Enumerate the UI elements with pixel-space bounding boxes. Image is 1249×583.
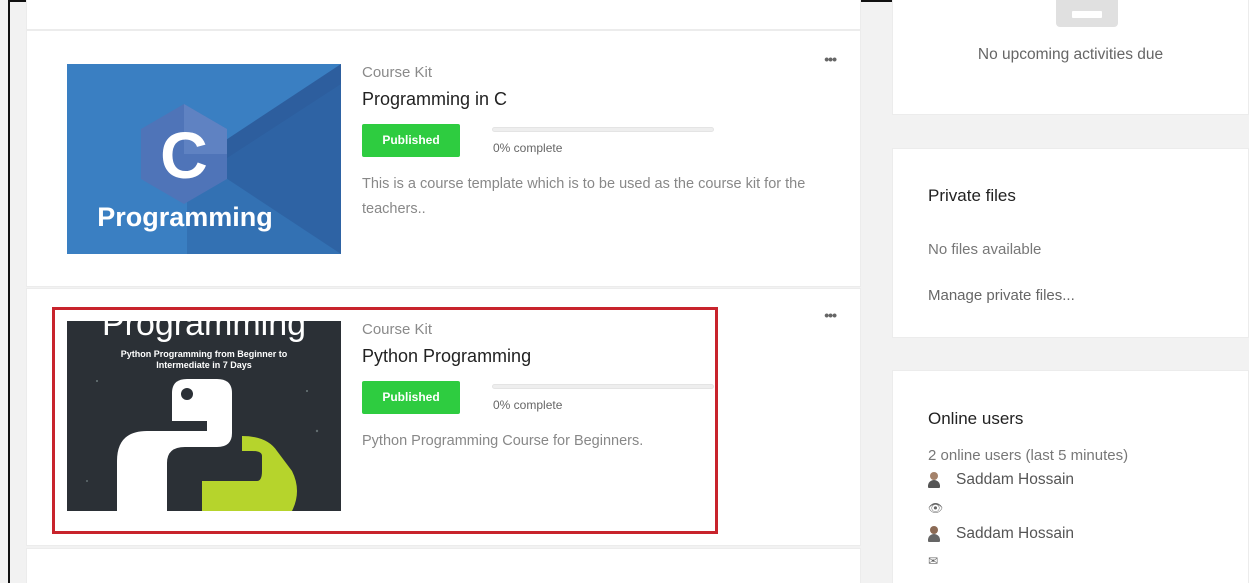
course-title[interactable]: Programming in C <box>362 89 842 110</box>
avatar <box>928 472 940 488</box>
avatar <box>928 526 940 542</box>
course-list: C Programming Course Kit Programming in … <box>26 0 861 583</box>
progress-text: 0% complete <box>493 398 563 412</box>
course-card-partial-bottom <box>26 548 861 583</box>
no-files-text: No files available <box>928 241 1042 258</box>
thumbnail-subtitle-2: Intermediate in 7 Days <box>156 360 252 370</box>
user-name[interactable]: Saddam Hossain <box>956 471 1074 489</box>
thumbnail-subtitle-1: Python Programming from Beginner to <box>121 349 288 359</box>
upcoming-events-block: No upcoming activities due <box>892 0 1249 115</box>
course-category: Course Kit <box>362 64 433 81</box>
user-name[interactable]: Saddam Hossain <box>956 525 1074 543</box>
course-description: This is a course template which is to be… <box>362 176 806 217</box>
more-options-icon[interactable]: ••• <box>824 307 837 323</box>
course-card[interactable]: C Programming Course Kit Programming in … <box>26 30 861 287</box>
block-title: Online users <box>928 409 1024 428</box>
online-user[interactable]: Saddam Hossain <box>928 471 1074 489</box>
thumbnail-caption: Programming <box>97 202 273 232</box>
block-title: Private files <box>928 186 1016 205</box>
status-badge: Published <box>362 381 460 414</box>
c-programming-logo-icon: C Programming <box>67 64 341 254</box>
online-count-text: 2 online users (last 5 minutes) <box>928 447 1129 464</box>
c-letter: C <box>160 118 208 192</box>
thumbnail-heading: Programming <box>102 321 306 343</box>
course-thumbnail-c[interactable]: C Programming <box>67 64 341 254</box>
message-icon[interactable]: ✉ <box>928 554 938 568</box>
course-meta: Course Kit Python Programming Published … <box>362 321 842 454</box>
more-options-icon[interactable]: ••• <box>824 51 837 67</box>
course-meta: Course Kit Programming in C Published 0%… <box>362 64 842 222</box>
calendar-icon <box>1056 0 1118 27</box>
python-logo-icon: Programming Python Programming from Begi… <box>67 321 341 511</box>
status-row: Published 0% complete <box>362 124 842 164</box>
progress-bar <box>492 384 714 389</box>
course-card-partial-top <box>26 0 861 30</box>
status-row: Published 0% complete <box>362 381 842 421</box>
course-card[interactable]: Programming Python Programming from Begi… <box>26 288 861 546</box>
course-description: Python Programming Course for Beginners. <box>362 433 644 449</box>
status-badge: Published <box>362 124 460 157</box>
private-files-block: Private files No files available Manage … <box>892 148 1249 338</box>
eye-icon[interactable]: 👁 <box>928 501 943 515</box>
online-users-block: Online users 2 online users (last 5 minu… <box>892 370 1249 583</box>
progress-text: 0% complete <box>493 141 563 155</box>
sidebar: No upcoming activities due Private files… <box>892 0 1249 583</box>
progress-bar <box>492 127 714 132</box>
manage-private-files-link[interactable]: Manage private files... <box>928 287 1075 304</box>
course-category: Course Kit <box>362 321 433 338</box>
online-user[interactable]: Saddam Hossain <box>928 525 1074 543</box>
course-thumbnail-python[interactable]: Programming Python Programming from Begi… <box>67 321 341 511</box>
upcoming-empty-text: No upcoming activities due <box>977 46 1164 63</box>
course-title[interactable]: Python Programming <box>362 346 842 367</box>
